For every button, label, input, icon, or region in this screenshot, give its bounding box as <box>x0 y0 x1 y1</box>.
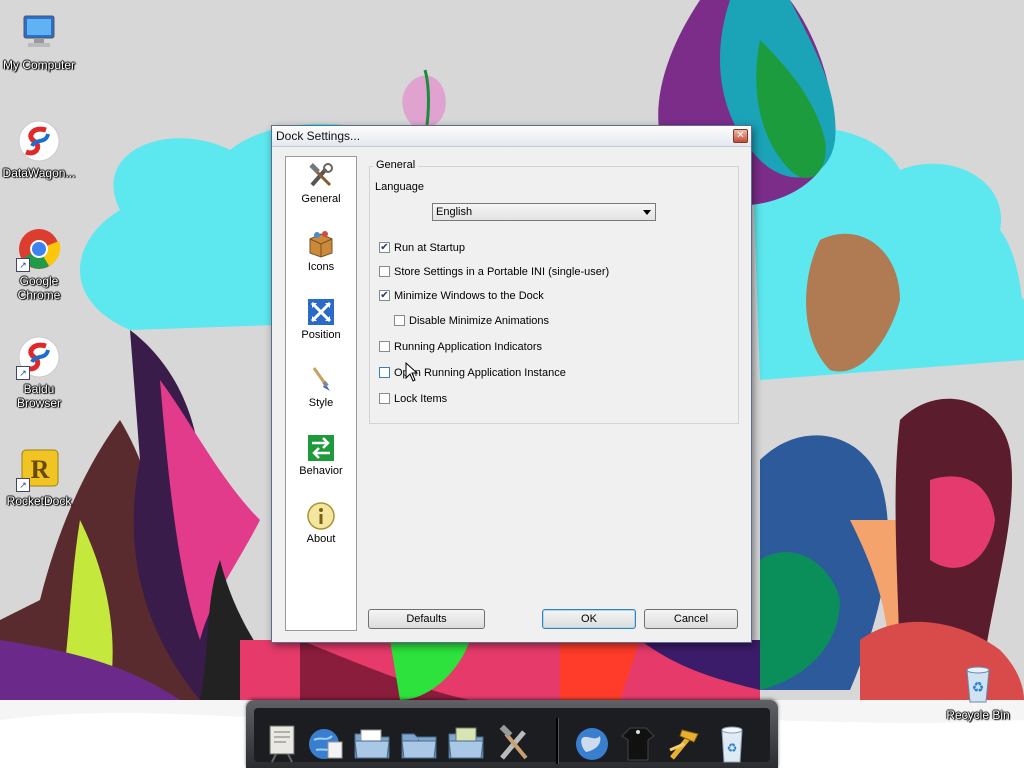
desktop-icon-label: Google Chrome <box>17 274 61 302</box>
dock-separator <box>556 718 559 764</box>
language-value: English <box>436 206 473 218</box>
nav-item-style[interactable]: Style <box>286 365 356 429</box>
desktop-icon-label: Recycle Bin <box>946 708 1010 722</box>
svg-text:♻: ♻ <box>727 741 738 755</box>
dock-item-shirt[interactable] <box>618 722 658 764</box>
checkbox-box[interactable] <box>394 315 405 326</box>
desktop-icon-baidu-browser[interactable]: ↗ Baidu Browser <box>0 334 78 410</box>
checkbox-label: Minimize Windows to the Dock <box>394 290 544 302</box>
close-button[interactable]: ✕ <box>733 129 748 143</box>
position-arrows-icon <box>306 297 336 327</box>
nav-label: General <box>301 193 341 205</box>
tools-icon <box>306 161 336 191</box>
dialog-title: Dock Settings... <box>276 129 361 143</box>
checkbox-box[interactable] <box>379 266 390 277</box>
desktop-icon-label: DataWagon... <box>2 166 76 180</box>
recycle-bin-icon: ♻ <box>955 660 1001 706</box>
icons-box-icon <box>306 229 336 259</box>
checkbox-label: Running Application Indicators <box>394 341 542 353</box>
computer-icon <box>16 10 62 56</box>
datawagon-icon <box>16 118 62 164</box>
behavior-arrows-icon <box>306 433 336 463</box>
checkbox-box[interactable] <box>379 367 390 378</box>
web-globe-icon <box>309 729 343 759</box>
desktop-icon-label: Baidu Browser <box>16 382 61 410</box>
cancel-button[interactable]: Cancel <box>644 609 738 629</box>
nav-item-about[interactable]: About <box>286 501 356 565</box>
baidu-browser-icon: ↗ <box>16 334 62 380</box>
desktop-icon-datawagon[interactable]: DataWagon... <box>0 118 78 180</box>
nav-label: Position <box>301 329 341 341</box>
dock-item-hammer[interactable] <box>664 722 704 764</box>
shortcut-arrow-icon: ↗ <box>16 366 30 380</box>
settings-sidebar: General Icons Position Style Behavior Ab… <box>285 156 357 631</box>
dock-settings-dialog: Dock Settings... ✕ General Icons Positio… <box>271 125 752 643</box>
shirt-icon <box>621 727 655 761</box>
checkbox-label: Disable Minimize Animations <box>409 315 549 327</box>
svg-text:♻: ♻ <box>972 679 985 695</box>
nav-label: About <box>306 533 336 545</box>
nav-item-icons[interactable]: Icons <box>286 229 356 293</box>
defaults-button[interactable]: Defaults <box>368 609 485 629</box>
close-icon: ✕ <box>736 130 745 141</box>
nav-item-position[interactable]: Position <box>286 297 356 361</box>
checkbox-box[interactable]: ✔ <box>379 290 390 301</box>
desktop-icon-rocketdock[interactable]: R ↗ RocketDock <box>0 446 78 508</box>
dock-item-pictures-folder[interactable] <box>446 722 486 764</box>
dock-item-tools[interactable] <box>494 722 534 764</box>
svg-text:R: R <box>31 455 50 484</box>
earth-icon <box>576 728 608 760</box>
paintbrush-icon <box>306 365 336 395</box>
tools-icon <box>499 724 528 760</box>
chevron-down-icon <box>643 210 651 215</box>
folder-pictures-icon <box>448 727 484 759</box>
dock-item-web[interactable] <box>306 722 346 764</box>
chrome-icon: ↗ <box>16 226 62 272</box>
dock-item-documents-folder[interactable] <box>352 722 392 764</box>
desktop-icon-label: My Computer <box>2 58 76 72</box>
info-icon <box>306 501 336 531</box>
checkbox-box[interactable] <box>379 393 390 404</box>
folder-documents-icon <box>354 729 390 759</box>
desktop-icon-recycle-bin[interactable]: ♻ Recycle Bin <box>938 660 1018 722</box>
dock-item-earth[interactable] <box>572 722 612 764</box>
nav-item-general[interactable]: General <box>286 161 356 225</box>
presentation-icon <box>269 725 295 763</box>
shortcut-arrow-icon: ↗ <box>16 478 30 492</box>
desktop-icon-google-chrome[interactable]: ↗ Google Chrome <box>0 226 78 302</box>
checkbox-label: Run at Startup <box>394 242 465 254</box>
ok-button[interactable]: OK <box>542 609 636 629</box>
rocketdock-bar: ♪ ♻ <box>246 700 778 768</box>
language-select[interactable]: English <box>432 203 656 221</box>
nav-label: Style <box>308 397 334 409</box>
dock-shelf: ♪ ♻ <box>254 708 770 764</box>
checkbox-box[interactable]: ✔ <box>379 242 390 253</box>
checkbox-box[interactable] <box>379 341 390 352</box>
shortcut-arrow-icon: ↗ <box>16 258 30 272</box>
folder-music-icon: ♪ <box>401 733 437 759</box>
nav-label: Icons <box>307 261 335 273</box>
language-label: Language <box>375 181 424 193</box>
desktop-icon-my-computer[interactable]: My Computer <box>0 10 78 72</box>
checkbox-label: Store Settings in a Portable INI (single… <box>394 266 610 278</box>
nav-label: Behavior <box>299 465 343 477</box>
mouse-cursor-icon <box>405 362 419 382</box>
hammer-icon <box>669 729 699 760</box>
dialog-titlebar[interactable]: Dock Settings... ✕ <box>272 126 751 147</box>
recycle-bin-icon: ♻ <box>721 726 743 763</box>
rocketdock-icon: R ↗ <box>16 446 62 492</box>
checkbox-label: Open Running Application Instance <box>394 367 566 379</box>
desktop-icon-label: RocketDock <box>6 494 72 508</box>
dock-item-recycle-bin[interactable]: ♻ <box>712 722 752 764</box>
dock-item-music-folder[interactable]: ♪ <box>399 722 439 764</box>
group-title: General <box>373 159 419 171</box>
nav-item-behavior[interactable]: Behavior <box>286 433 356 497</box>
checkbox-label: Lock Items <box>394 393 448 405</box>
dock-item-presentation[interactable] <box>262 722 302 764</box>
